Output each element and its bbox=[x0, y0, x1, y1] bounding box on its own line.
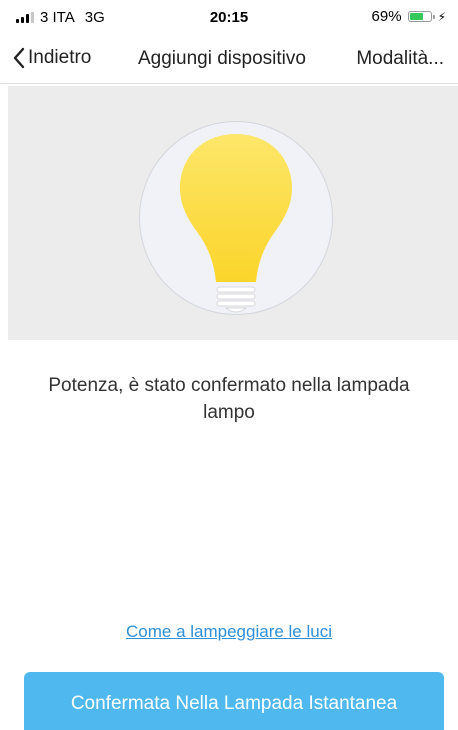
status-right: 69% ⚡︎ bbox=[372, 8, 446, 25]
battery-icon bbox=[407, 11, 435, 22]
bolt-icon: ⚡︎ bbox=[437, 9, 446, 24]
back-button[interactable]: Indietro bbox=[12, 47, 91, 69]
navigation-bar: Indietro Aggiungi dispositivo Modalità..… bbox=[0, 38, 458, 84]
bulb-circle bbox=[139, 121, 333, 315]
add-device-screen: 3 ITA 3G 20:15 69% ⚡︎ Indietro Aggiungi … bbox=[0, 0, 458, 730]
flash-help-link[interactable]: Come a lampeggiare le luci bbox=[0, 622, 458, 642]
hero-illustration bbox=[8, 86, 458, 340]
confirmation-message: Potenza, è stato confermato nella lampad… bbox=[48, 375, 410, 423]
chevron-left-icon bbox=[13, 47, 25, 69]
status-bar: 3 ITA 3G 20:15 69% ⚡︎ bbox=[0, 0, 458, 38]
light-bulb-icon bbox=[180, 134, 292, 313]
confirm-flash-button[interactable]: Confermata Nella Lampada Istantanea bbox=[24, 672, 444, 730]
battery-percent: 69% bbox=[371, 8, 402, 25]
page-title: Aggiungi dispositivo bbox=[138, 48, 306, 69]
battery-fill bbox=[409, 13, 424, 20]
back-button-label: Indietro bbox=[28, 47, 92, 68]
mode-button[interactable]: Modalità... bbox=[356, 48, 444, 70]
